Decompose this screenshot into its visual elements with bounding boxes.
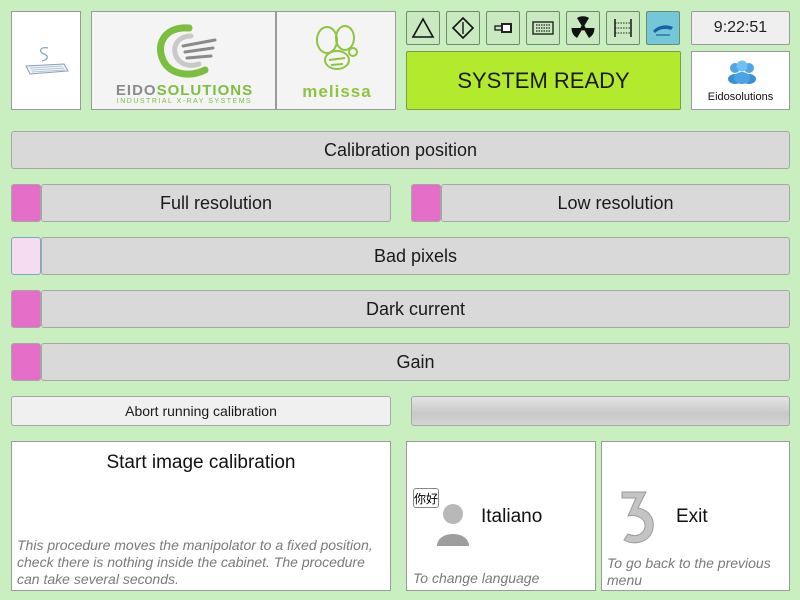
low-resolution-checkbox[interactable] <box>411 184 441 222</box>
tool-detector-button[interactable] <box>526 11 560 45</box>
calibration-progress-bar <box>411 396 790 426</box>
language-button[interactable]: 你好 Italiano To change language <box>406 441 596 591</box>
radiation-icon <box>571 16 595 38</box>
full-resolution-checkbox[interactable] <box>11 184 41 222</box>
bracket-frame-icon <box>614 19 632 37</box>
full-resolution-button[interactable]: Full resolution <box>41 184 391 222</box>
profile-label: Eidosolutions <box>707 91 774 103</box>
exit-back-arrow-icon <box>621 491 654 544</box>
language-description: To change language <box>413 570 540 586</box>
calibration-position-button[interactable]: Calibration position <box>11 131 790 169</box>
bad-pixels-button[interactable]: Bad pixels <box>41 237 790 275</box>
gain-button[interactable]: Gain <box>41 343 790 381</box>
users-icon <box>728 60 756 84</box>
manipulator-icon <box>653 25 673 36</box>
exit-button[interactable]: Exit To go back to the previous menu <box>601 441 790 591</box>
abort-calibration-button[interactable]: Abort running calibration <box>11 396 391 426</box>
triangle-warning-icon <box>411 17 435 38</box>
eido-wordmark-left: EIDO <box>115 82 157 99</box>
keyboard-button[interactable] <box>11 11 81 110</box>
eido-tagline: INDUSTRIAL X-RAY SYSTEMS <box>116 98 253 105</box>
eido-logo-mark-icon <box>157 24 217 78</box>
exit-label: Exit <box>676 506 708 527</box>
tool-warning-button[interactable] <box>406 11 440 45</box>
bee-icon <box>316 25 358 70</box>
tool-xray-tube-button[interactable] <box>486 11 520 45</box>
bad-pixels-checkbox[interactable] <box>11 237 41 275</box>
melissa-logo: melissa <box>276 11 396 110</box>
xray-tube-icon <box>494 23 512 33</box>
detector-panel-icon <box>532 21 554 35</box>
eido-wordmark: EIDOSOLUTIONS <box>92 83 277 98</box>
tool-diamond-button[interactable] <box>446 11 480 45</box>
diamond-icon <box>451 16 475 40</box>
eidosolutions-logo: EIDOSOLUTIONS INDUSTRIAL X-RAY SYSTEMS <box>91 11 276 110</box>
dark-current-button[interactable]: Dark current <box>41 290 790 328</box>
tool-frame-button[interactable] <box>606 11 640 45</box>
language-label: Italiano <box>481 506 543 527</box>
eido-wordmark-right: SOLUTIONS <box>156 82 254 99</box>
dark-current-checkbox[interactable] <box>11 290 41 328</box>
keyboard-icon <box>25 46 69 75</box>
exit-description: To go back to the previous menu <box>607 555 771 588</box>
melissa-wordmark: melissa <box>302 82 372 101</box>
system-status-banner: SYSTEM READY <box>406 51 681 110</box>
start-calibration-description: This procedure moves the manipolator to … <box>17 537 373 587</box>
start-calibration-title: Start image calibration <box>106 452 296 473</box>
low-resolution-button[interactable]: Low resolution <box>441 184 790 222</box>
clock-display: 9:22:51 <box>691 11 790 45</box>
user-avatar-icon <box>437 504 469 546</box>
tool-manipulator-button[interactable] <box>646 11 680 45</box>
tool-radiation-button[interactable] <box>566 11 600 45</box>
gain-checkbox[interactable] <box>11 343 41 381</box>
start-calibration-button[interactable]: Start image calibration This procedure m… <box>11 441 391 591</box>
profile-button[interactable]: Eidosolutions <box>691 51 790 110</box>
